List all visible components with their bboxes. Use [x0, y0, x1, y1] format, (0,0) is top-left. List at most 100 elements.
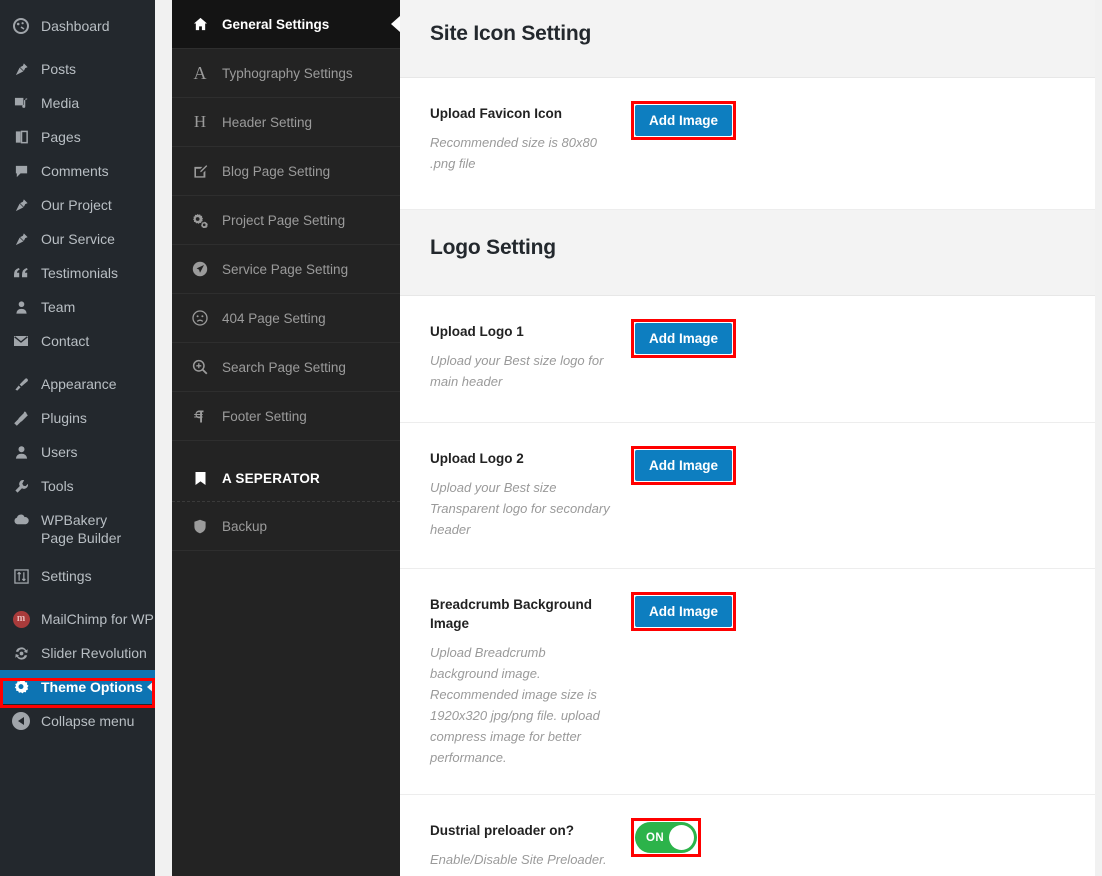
- field-title: Upload Favicon Icon: [430, 106, 563, 121]
- preloader-toggle[interactable]: ON: [635, 822, 697, 853]
- sidebar-content-gap: [155, 0, 172, 876]
- nav-item-blog-page-setting[interactable]: Blog Page Setting: [172, 147, 400, 196]
- sidebar-item-our-project[interactable]: Our Project: [0, 188, 155, 222]
- pencil-square-icon: [190, 164, 210, 179]
- sidebar-item-tools[interactable]: Tools: [0, 469, 155, 503]
- sidebar-item-label: WPBakery Page Builder: [41, 512, 122, 546]
- sidebar-item-label: MailChimp for WP: [41, 611, 154, 627]
- paragraph-icon: [190, 409, 210, 424]
- field-row-upload-logo-2: Upload Logo 2 Upload your Best size Tran…: [400, 423, 1095, 569]
- sidebar-item-comments[interactable]: Comments: [0, 154, 155, 188]
- nav-item-label: Blog Page Setting: [222, 163, 331, 179]
- field-title: Dustrial preloader on?: [430, 823, 575, 838]
- wp-admin-sidebar: Dashboard Posts Media Pages Comments Our…: [0, 0, 155, 876]
- sidebar-item-label: Comments: [41, 163, 109, 179]
- sliders-icon: [10, 559, 32, 593]
- add-image-button[interactable]: Add Image: [635, 323, 733, 354]
- sidebar-top-spacer: [0, 0, 155, 9]
- sidebar-item-mailchimp-for-wp[interactable]: m MailChimp for WP: [0, 602, 155, 636]
- home-icon: [190, 17, 210, 31]
- user-icon: [10, 290, 32, 324]
- gear-icon: [10, 670, 32, 704]
- sidebar-item-label: Our Service: [41, 231, 115, 247]
- sidebar-item-slider-revolution[interactable]: Slider Revolution: [0, 636, 155, 670]
- sidebar-item-media[interactable]: Media: [0, 86, 155, 120]
- sidebar-item-label: Theme Options: [41, 679, 143, 695]
- main-content: Site Icon Setting Upload Favicon Icon Re…: [400, 0, 1102, 876]
- sidebar-item-settings[interactable]: Settings: [0, 559, 155, 593]
- nav-item-service-page-setting[interactable]: Service Page Setting: [172, 245, 400, 294]
- sidebar-item-label: Testimonials: [41, 265, 119, 281]
- nav-item-404-page-setting[interactable]: 404 Page Setting: [172, 294, 400, 343]
- sidebar-item-label: Settings: [41, 568, 92, 584]
- field-label-group: Upload Favicon Icon Recommended size is …: [430, 104, 635, 183]
- sidebar-item-appearance[interactable]: Appearance: [0, 367, 155, 401]
- add-image-button[interactable]: Add Image: [635, 105, 733, 136]
- dashboard-icon: [10, 9, 32, 43]
- nav-item-label: Service Page Setting: [222, 261, 349, 277]
- nav-item-project-page-setting[interactable]: Project Page Setting: [172, 196, 400, 245]
- nav-item-general-settings[interactable]: General Settings: [172, 0, 400, 49]
- sidebar-item-testimonials[interactable]: Testimonials: [0, 256, 155, 290]
- sidebar-item-pages[interactable]: Pages: [0, 120, 155, 154]
- field-label-group: Upload Logo 1 Upload your Best size logo…: [430, 322, 635, 396]
- field-description: Enable/Disable Site Preloader.: [430, 852, 607, 867]
- add-image-button[interactable]: Add Image: [635, 450, 733, 481]
- field-control-group: Add Image: [631, 319, 1095, 396]
- field-description: Recommended size is 80x80 .png file: [430, 135, 597, 171]
- field-label-group: Breadcrumb Background Image Upload Bread…: [430, 595, 635, 768]
- sidebar-item-team[interactable]: Team: [0, 290, 155, 324]
- add-image-button[interactable]: Add Image: [635, 596, 733, 627]
- nav-item-label: Project Page Setting: [222, 212, 346, 228]
- slider-revolution-icon: [10, 636, 32, 670]
- field-row-dustrial-preloader: Dustrial preloader on? Enable/Disable Si…: [400, 795, 1095, 876]
- section-header-site-icon-setting: Site Icon Setting: [400, 0, 1095, 78]
- sidebar-item-label: Contact: [41, 333, 90, 349]
- quote-icon: [10, 256, 32, 290]
- paper-plane-icon: [190, 261, 210, 277]
- search-plus-icon: [190, 359, 210, 375]
- nav-item-footer-setting[interactable]: Footer Setting: [172, 392, 400, 441]
- sidebar-item-label: Dashboard: [41, 18, 110, 34]
- heading-h-icon: H: [193, 112, 207, 131]
- nav-item-typhography-settings[interactable]: A Typhography Settings: [172, 49, 400, 98]
- preloader-toggle-wrap: ON: [631, 818, 701, 857]
- comment-icon: [10, 154, 32, 188]
- sidebar-item-label: Tools: [41, 478, 74, 494]
- caret-right-icon: [391, 16, 400, 32]
- nav-item-search-page-setting[interactable]: Search Page Setting: [172, 343, 400, 392]
- sidebar-item-users[interactable]: Users: [0, 435, 155, 469]
- sidebar-item-dashboard[interactable]: Dashboard: [0, 9, 155, 43]
- field-label-group: Dustrial preloader on? Enable/Disable Si…: [430, 821, 635, 876]
- theme-options-nav: General Settings A Typhography Settings …: [172, 0, 400, 876]
- section-title: Site Icon Setting: [430, 22, 592, 45]
- sidebar-item-plugins[interactable]: Plugins: [0, 401, 155, 435]
- pin-icon: [10, 188, 32, 222]
- wrench-icon: [10, 469, 32, 503]
- sidebar-item-label: Slider Revolution: [41, 645, 147, 661]
- sidebar-item-label: Plugins: [41, 410, 87, 426]
- sidebar-item-posts[interactable]: Posts: [0, 52, 155, 86]
- sidebar-item-label: Pages: [41, 129, 81, 145]
- wp-admin-screen: Dashboard Posts Media Pages Comments Our…: [0, 0, 1102, 876]
- settings-panel: Site Icon Setting Upload Favicon Icon Re…: [400, 0, 1095, 876]
- toggle-knob[interactable]: [669, 825, 694, 850]
- field-row-upload-logo-1: Upload Logo 1 Upload your Best size logo…: [400, 296, 1095, 423]
- sidebar-item-theme-options[interactable]: Theme Options: [0, 670, 155, 704]
- field-row-breadcrumb-background-image: Breadcrumb Background Image Upload Bread…: [400, 569, 1095, 795]
- pages-icon: [10, 120, 32, 154]
- nav-item-header-setting[interactable]: H Header Setting: [172, 98, 400, 147]
- field-control-group: ON: [631, 818, 1095, 876]
- nav-separator-label: A SEPERATOR: [222, 470, 320, 486]
- media-icon: [10, 86, 32, 120]
- sidebar-item-collapse-menu[interactable]: Collapse menu: [0, 704, 155, 738]
- font-a-icon: A: [193, 62, 207, 83]
- sidebar-item-wpbakery-page-builder[interactable]: WPBakery Page Builder: [0, 503, 155, 559]
- sidebar-item-contact[interactable]: Contact: [0, 324, 155, 358]
- field-title: Upload Logo 1: [430, 324, 524, 339]
- sidebar-item-our-service[interactable]: Our Service: [0, 222, 155, 256]
- nav-item-label: Typhography Settings: [222, 65, 353, 81]
- nav-item-backup[interactable]: Backup: [172, 502, 400, 551]
